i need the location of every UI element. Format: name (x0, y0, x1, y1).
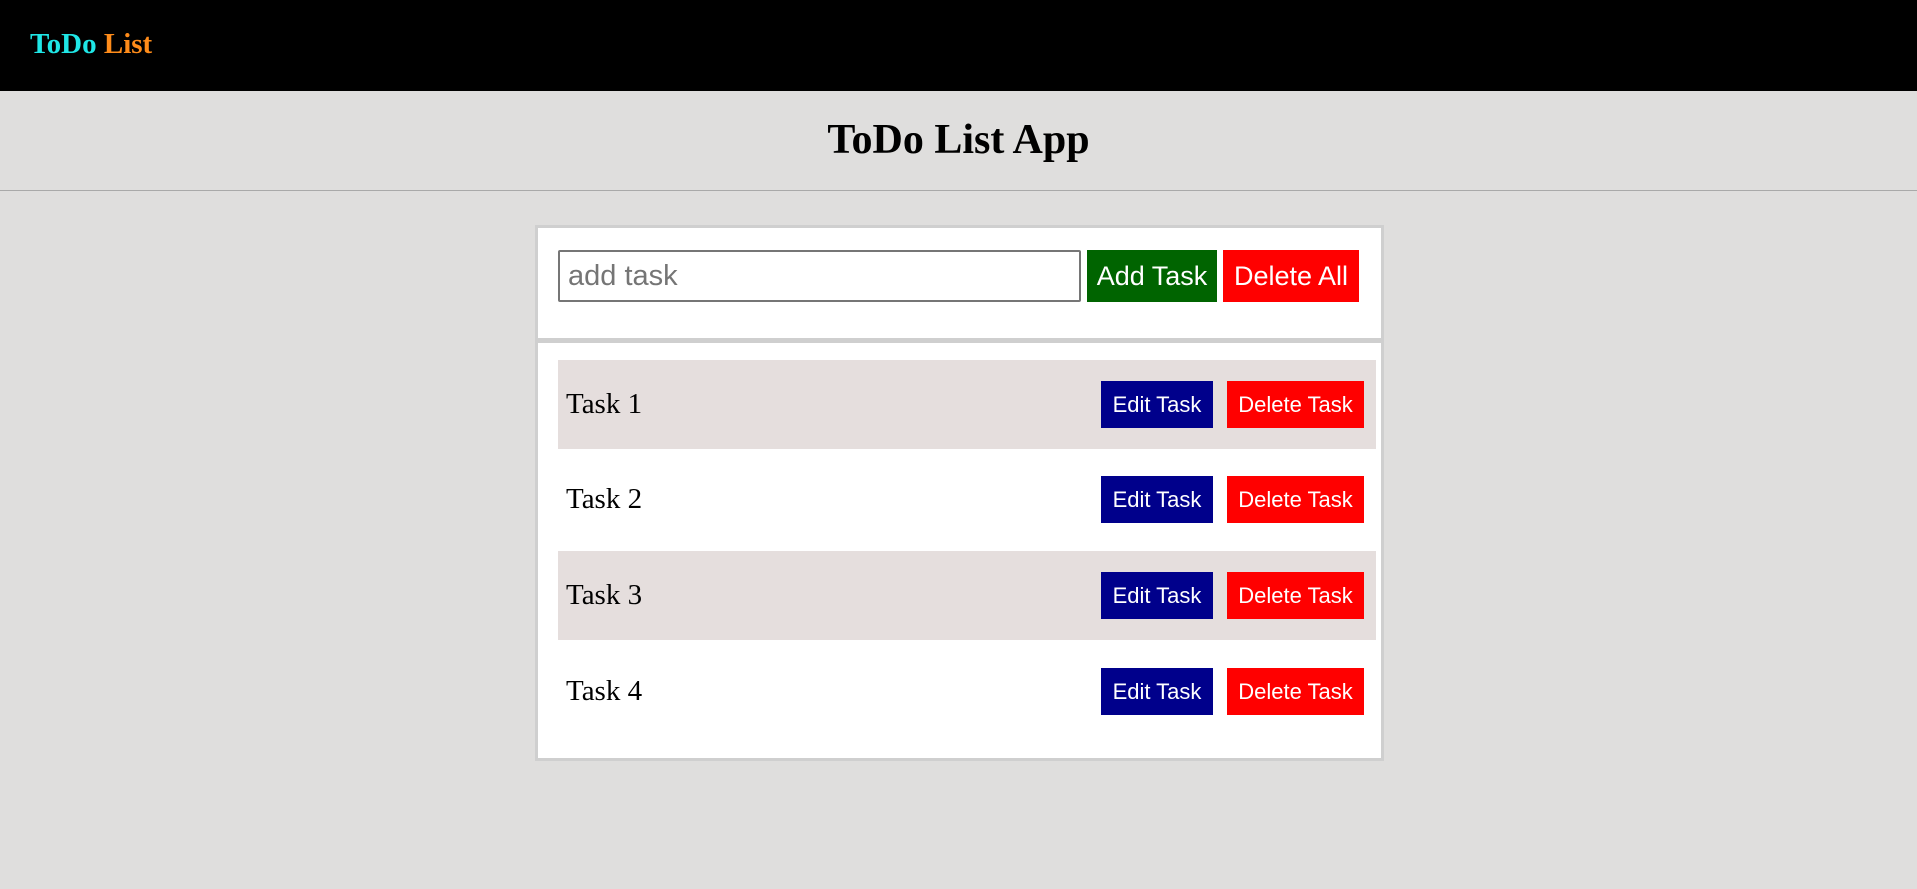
task-row: Task 3 Edit Task Delete Task (558, 551, 1376, 640)
task-row: Task 4 Edit Task Delete Task (558, 647, 1376, 736)
task-label: Task 4 (566, 675, 643, 707)
delete-task-button[interactable]: Delete Task (1227, 476, 1364, 523)
task-label: Task 3 (566, 579, 643, 611)
delete-task-button[interactable]: Delete Task (1227, 572, 1364, 619)
edit-task-button[interactable]: Edit Task (1101, 668, 1213, 715)
page-header: ToDo List App (0, 91, 1917, 191)
task-label: Task 1 (566, 388, 643, 420)
add-task-button[interactable]: Add Task (1087, 250, 1217, 302)
navbar: ToDo List (0, 0, 1917, 91)
edit-task-button[interactable]: Edit Task (1101, 572, 1213, 619)
task-label: Task 2 (566, 483, 643, 515)
task-list-card: Task 1 Edit Task Delete Task Task 2 Edit… (535, 340, 1384, 761)
brand-logo[interactable]: ToDo List (30, 26, 152, 62)
edit-task-button[interactable]: Edit Task (1101, 381, 1213, 428)
delete-task-button[interactable]: Delete Task (1227, 668, 1364, 715)
brand-text-todo: ToDo (30, 28, 97, 60)
add-task-card: Add Task Delete All (535, 225, 1384, 341)
add-task-input[interactable] (558, 250, 1081, 302)
delete-all-button[interactable]: Delete All (1223, 250, 1359, 302)
task-row: Task 1 Edit Task Delete Task (558, 360, 1376, 449)
edit-task-button[interactable]: Edit Task (1101, 476, 1213, 523)
task-row: Task 2 Edit Task Delete Task (558, 455, 1376, 544)
page-title: ToDo List App (827, 117, 1090, 163)
delete-task-button[interactable]: Delete Task (1227, 381, 1364, 428)
brand-text-list: List (103, 28, 153, 60)
